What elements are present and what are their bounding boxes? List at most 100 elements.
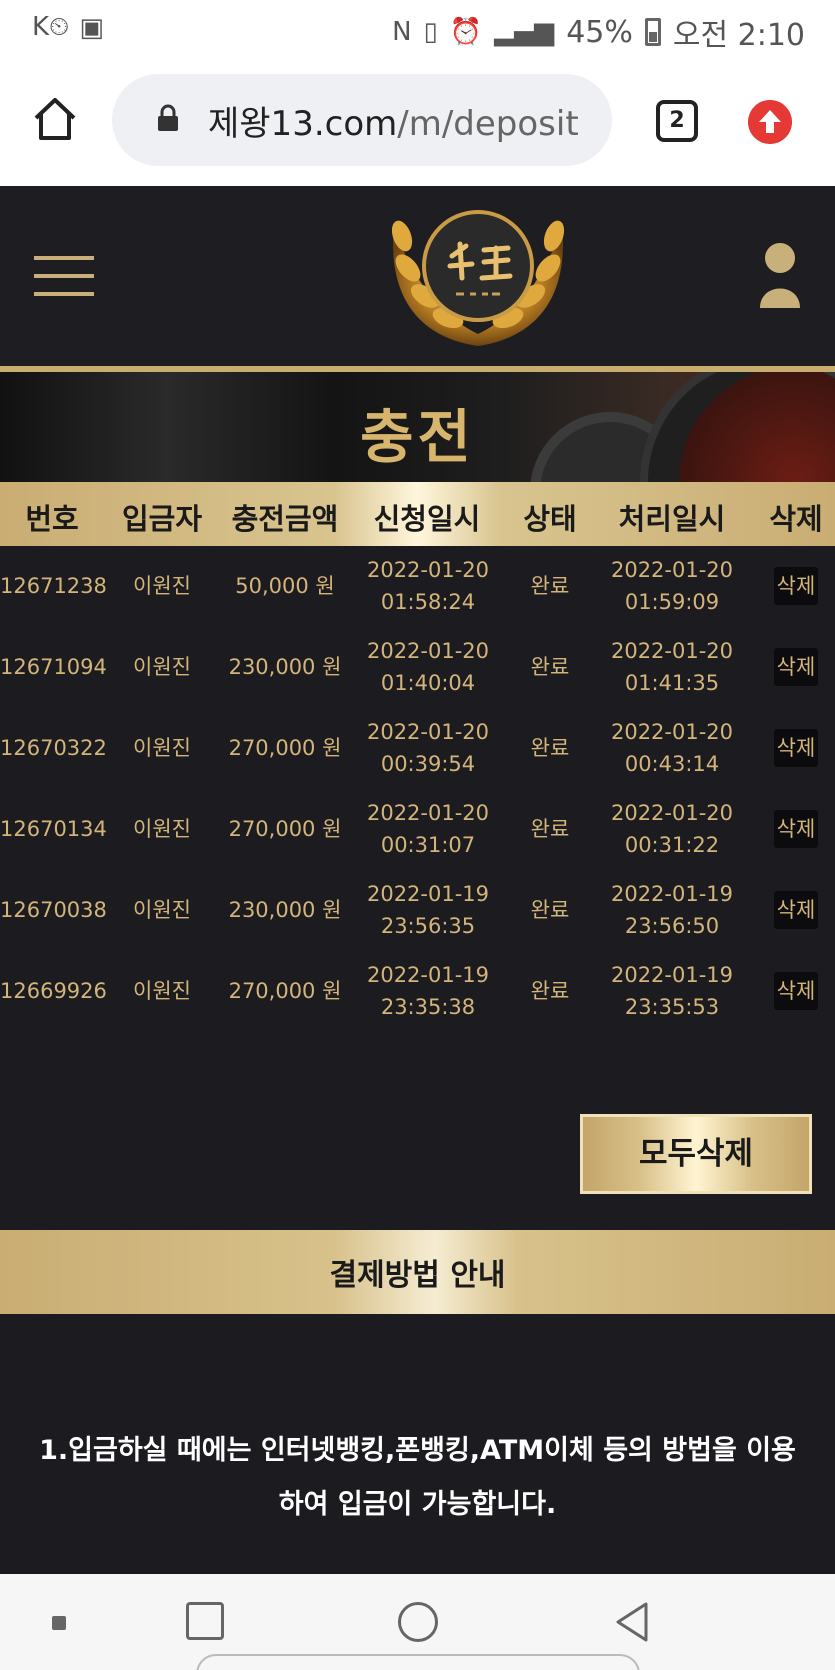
cell-processed-datetime: 2022-01-20 00:43:14 [604,716,740,780]
cell-status: 완료 [530,655,570,679]
cell-processed-datetime-time: 23:35:53 [624,995,720,1019]
cell-request-datetime-date: 2022-01-19 [366,963,490,987]
android-navigation-bar [0,1574,835,1670]
cell-request-datetime-date: 2022-01-19 [366,882,490,906]
casino-logo[interactable] [380,186,576,356]
recent-apps-icon[interactable] [186,1602,224,1640]
cell-number: 12669926 [0,979,107,1003]
gesture-pill [196,1654,640,1670]
home-icon[interactable] [30,94,80,144]
cell-number: 12670038 [0,898,107,922]
header-status: 상태 [523,502,577,536]
clock: 오전 2:10 [672,18,805,53]
delete-row-button[interactable]: 삭제 [774,648,818,686]
cell-processed-datetime-date: 2022-01-20 [610,801,734,825]
address-bar[interactable]: 제왕13.com/m/deposit [112,74,612,166]
header-number: 번호 [25,502,79,536]
cell-request-datetime-date: 2022-01-20 [366,639,490,663]
table-row: 12670322 이원진 270,000 원 2022-01-20 00:39:54 완료… [0,708,835,789]
user-icon[interactable] [758,242,802,312]
payment-guide-body: 1.입금하실 때에는 인터넷뱅킹,폰뱅킹,ATM이체 등의 방법을 이용하여 입… [0,1314,835,1574]
table-row: 12671094 이원진 230,000 원 2022-01-20 01:40:04 완료… [0,627,835,708]
table-row: 12669926 이원진 270,000 원 2022-01-19 23:35:38 완료… [0,951,835,1032]
delete-row-button[interactable]: 삭제 [774,810,818,848]
cell-depositor: 이원진 [133,979,191,1003]
url-host: 제왕13.com [208,104,398,144]
browser-toolbar: 제왕13.com/m/deposit 2 [0,56,835,186]
cell-processed-datetime-time: 01:41:35 [624,671,720,695]
delete-row-button[interactable]: 삭제 [774,972,818,1010]
home-nav-icon[interactable] [398,1602,438,1642]
cell-amount: 50,000 원 [235,574,335,598]
cell-amount: 270,000 원 [228,736,342,760]
header-depositor: 입금자 [121,502,203,536]
delete-row-button[interactable]: 삭제 [774,729,818,767]
cell-processed-datetime-time: 01:59:09 [624,590,720,614]
delete-row-button[interactable]: 삭제 [774,891,818,929]
cell-status: 완료 [530,574,570,598]
cell-number: 12670322 [0,736,107,760]
table-row: 12670038 이원진 230,000 원 2022-01-19 23:56:35 완료… [0,870,835,951]
battery-icon [644,18,661,46]
battery-saver-icon: ▣ [79,12,104,43]
tab-switcher-button[interactable]: 2 [656,100,698,142]
cell-processed-datetime-date: 2022-01-19 [610,963,734,987]
delete-all-button[interactable]: 모두삭제 [580,1114,812,1194]
cell-depositor: 이원진 [133,817,191,841]
cell-request-datetime: 2022-01-20 00:31:07 [360,797,496,861]
cell-request-datetime-time: 23:56:35 [380,914,476,938]
cell-number: 12670134 [0,817,107,841]
cell-depositor: 이원진 [133,574,191,598]
site-header [0,186,835,368]
lte-signal-icon: ▂▄▆ [494,17,555,47]
header-request-date: 신청일시 [373,502,481,536]
cell-request-datetime-time: 01:40:04 [380,671,476,695]
cell-depositor: 이원진 [133,655,191,679]
cell-amount: 230,000 원 [228,655,342,679]
payment-guide-title: 결제방법 안내 [329,1258,506,1293]
payment-guide-text: 1.입금하실 때에는 인터넷뱅킹,폰뱅킹,ATM이체 등의 방법을 이용하여 입… [39,1435,796,1520]
cell-request-datetime-date: 2022-01-20 [366,801,490,825]
vibrate-icon: ▯ [423,17,438,47]
page-banner: 충전 [0,372,835,482]
cell-processed-datetime-date: 2022-01-20 [610,639,734,663]
cell-request-datetime-time: 23:35:38 [380,995,476,1019]
header-processed-date: 처리일시 [618,502,726,536]
update-icon[interactable] [748,100,792,144]
cell-processed-datetime-date: 2022-01-19 [610,882,734,906]
voicemail-icon: K⏲ [32,12,70,42]
url-path: /m/deposit [397,104,579,144]
status-bar: K⏲ ▣ N ▯ ⏰ ▂▄▆ 45% 오전 2:10 [0,0,835,56]
cell-amount: 270,000 원 [228,979,342,1003]
cell-depositor: 이원진 [133,736,191,760]
page-title: 충전 [360,403,475,471]
cell-status: 완료 [530,898,570,922]
lock-icon [158,104,178,131]
cell-status: 완료 [530,736,570,760]
delete-row-button[interactable]: 삭제 [774,567,818,605]
cell-request-datetime-date: 2022-01-20 [366,720,490,744]
cell-processed-datetime: 2022-01-19 23:35:53 [604,959,740,1023]
cell-request-datetime-time: 00:39:54 [380,752,476,776]
cell-number: 12671238 [0,574,107,598]
cell-request-datetime: 2022-01-20 01:40:04 [360,635,496,699]
cell-depositor: 이원진 [133,898,191,922]
deposit-history-table: 번호 입금자 충전금액 신청일시 상태 처리일시 삭제 12671238 이원진 5… [0,482,835,1232]
table-header: 번호 입금자 충전금액 신청일시 상태 처리일시 삭제 [0,482,835,546]
nav-indicator-icon[interactable] [52,1616,66,1630]
cell-status: 완료 [530,979,570,1003]
header-amount: 충전금액 [231,502,339,536]
table-row: 12670134 이원진 270,000 원 2022-01-20 00:31:07 완료… [0,789,835,870]
table-row: 12671238 이원진 50,000 원 2022-01-20 01:58:24 완료 2… [0,546,835,627]
cell-processed-datetime: 2022-01-20 01:41:35 [604,635,740,699]
cell-processed-datetime-time: 00:31:22 [624,833,720,857]
url-text[interactable]: 제왕13.com/m/deposit [208,96,598,145]
battery-percent: 45% [566,14,633,50]
hamburger-menu-icon[interactable] [34,256,94,296]
cell-processed-datetime: 2022-01-20 00:31:22 [604,797,740,861]
back-icon[interactable] [612,1600,652,1644]
cell-processed-datetime-date: 2022-01-20 [610,558,734,582]
header-delete: 삭제 [769,502,823,536]
cell-number: 12671094 [0,655,107,679]
cell-processed-datetime-time: 23:56:50 [624,914,720,938]
